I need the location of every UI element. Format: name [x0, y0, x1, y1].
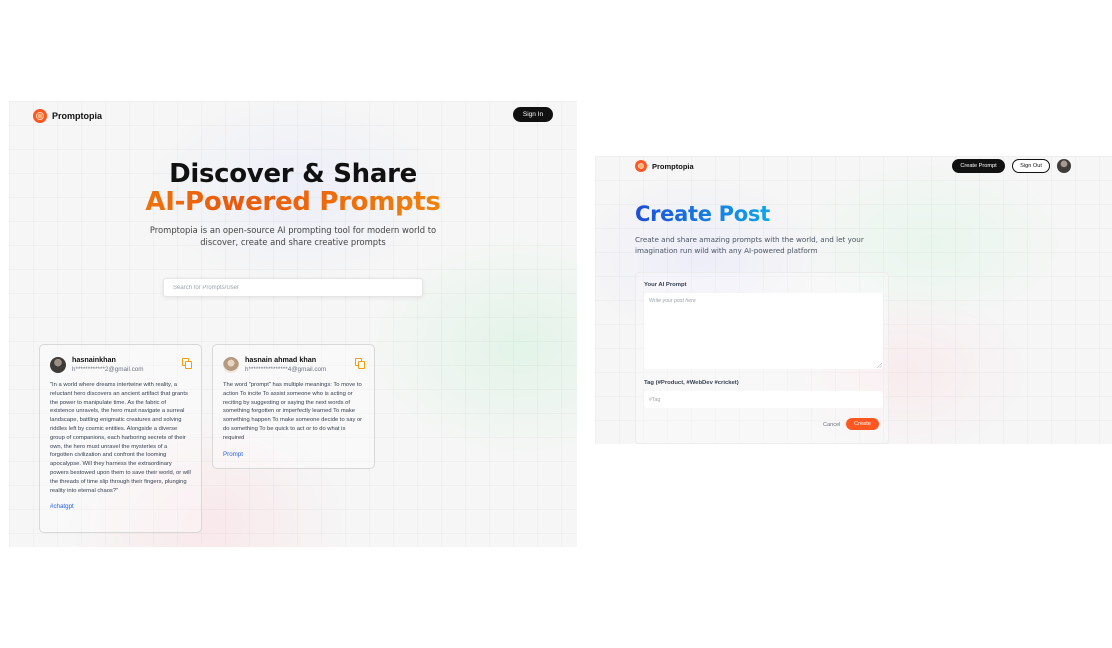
- prompt-label: Your AI Prompt: [644, 282, 687, 288]
- card-prompt-text: "In a world where dreams intertwine with…: [50, 382, 191, 494]
- create-post-form: Your AI Prompt Tag (#Product, #WebDev #c…: [635, 272, 889, 444]
- hero-title-line2: AI-Powered Prompts: [9, 187, 577, 217]
- prompt-card: hasnainkhan h************2@gmail.com "In…: [39, 344, 202, 533]
- card-email: h************2@gmail.com: [72, 366, 144, 373]
- page-description: Create and share amazing prompts with th…: [635, 235, 864, 255]
- resize-handle-icon[interactable]: [877, 363, 882, 368]
- tag-label: Tag (#Product, #WebDev #cricket): [644, 380, 739, 386]
- sign-out-button[interactable]: Sign Out: [1012, 159, 1050, 173]
- create-button[interactable]: Create: [846, 418, 879, 430]
- logo-text: Promptopia: [652, 161, 694, 171]
- create-post-screen: Promptopia Create Prompt Sign Out Create…: [595, 156, 1112, 444]
- card-tag[interactable]: Prompt: [223, 451, 364, 458]
- hero-title-line1: Discover & Share: [169, 159, 417, 189]
- logo[interactable]: Promptopia: [635, 160, 694, 172]
- home-screen: Promptopia Sign In Discover & Share AI-P…: [9, 101, 577, 547]
- card-tag[interactable]: #chatgpt: [50, 503, 191, 510]
- avatar[interactable]: [223, 357, 239, 373]
- prompt-textarea[interactable]: [644, 293, 883, 369]
- promptopia-logo-icon: [635, 160, 647, 172]
- logo[interactable]: Promptopia: [33, 109, 102, 123]
- hero-description: Promptopia is an open-source AI promptin…: [149, 225, 437, 247]
- avatar[interactable]: [50, 357, 66, 373]
- sign-in-button[interactable]: Sign In: [513, 107, 553, 122]
- create-prompt-button[interactable]: Create Prompt: [952, 159, 1005, 173]
- profile-avatar[interactable]: [1057, 159, 1071, 173]
- card-prompt-text: The word "prompt" has multiple meanings:…: [223, 382, 363, 441]
- logo-text: Promptopia: [52, 111, 103, 121]
- card-username[interactable]: hasnainkhan: [72, 355, 182, 365]
- tag-input[interactable]: [644, 391, 883, 408]
- prompt-card: hasnain ahmad khan h****************4@gm…: [212, 344, 375, 469]
- search-input[interactable]: [163, 278, 423, 297]
- copy-icon[interactable]: [355, 358, 365, 369]
- card-username[interactable]: hasnain ahmad khan: [245, 355, 355, 365]
- cancel-button[interactable]: Cancel: [823, 422, 840, 428]
- promptopia-logo-icon: [33, 109, 47, 123]
- copy-icon[interactable]: [182, 358, 192, 369]
- card-email: h****************4@gmail.com: [245, 366, 327, 373]
- page-title: Create Post: [635, 202, 770, 226]
